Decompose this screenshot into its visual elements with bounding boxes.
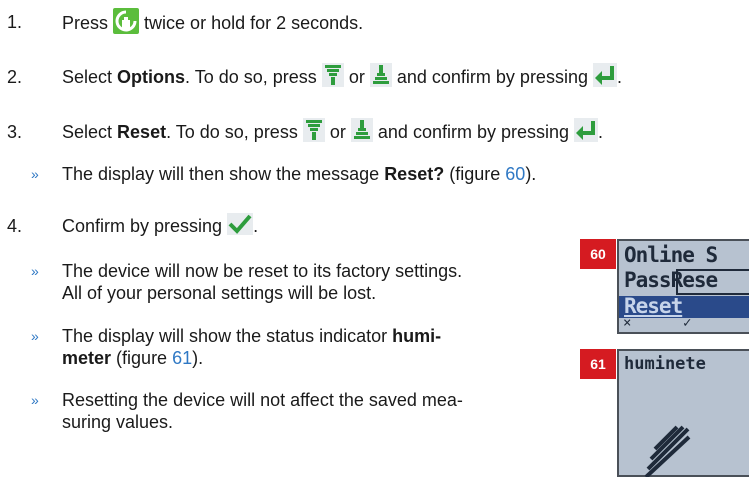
step-text: or bbox=[348, 67, 365, 87]
step-text: Select bbox=[62, 67, 113, 87]
device-display: huminete bbox=[617, 349, 749, 477]
enter-button-icon bbox=[592, 63, 617, 88]
cancel-softkey-icon: × bbox=[623, 315, 632, 331]
figure-61-link[interactable]: 61 bbox=[172, 348, 192, 368]
note-text: ). bbox=[525, 164, 537, 184]
note-text: The display will show the status indicat… bbox=[62, 326, 388, 346]
figure-label: 60 bbox=[580, 239, 616, 269]
option-label: Reset bbox=[117, 122, 167, 142]
note-text: (figure bbox=[116, 348, 168, 368]
ok-softkey-icon: ✓ bbox=[683, 315, 692, 331]
device-display: Online S PassRese Reset × ✓ bbox=[617, 239, 749, 334]
bullet-icon: » bbox=[31, 263, 39, 279]
checkmark-button-icon bbox=[227, 213, 254, 236]
display-line: Online S bbox=[624, 243, 718, 267]
step-number: 2. bbox=[7, 67, 23, 87]
step-text: Select bbox=[62, 122, 113, 142]
display-line: Reset bbox=[624, 294, 683, 318]
note-text: ). bbox=[192, 348, 204, 368]
dialog-box bbox=[676, 269, 749, 295]
display-line: huminete bbox=[624, 354, 706, 374]
down-arrow-button-icon bbox=[302, 118, 325, 143]
message-label: Reset? bbox=[384, 164, 445, 184]
punctuation: . bbox=[253, 216, 259, 236]
up-arrow-button-icon bbox=[369, 63, 392, 88]
figure-61: 61 huminete bbox=[580, 349, 749, 477]
note-text: suring values. bbox=[62, 412, 174, 432]
punctuation: . bbox=[598, 122, 604, 142]
option-label: Options bbox=[117, 67, 186, 87]
step-text: and confirm by pressing bbox=[377, 122, 569, 142]
step-text: and confirm by pressing bbox=[396, 67, 588, 87]
note-text: All of your personal settings will be lo… bbox=[62, 283, 377, 303]
note-text: (figure bbox=[449, 164, 501, 184]
step-text: Confirm by pressing bbox=[62, 216, 223, 236]
status-label: meter bbox=[62, 348, 112, 368]
note-text: The display will then show the message bbox=[62, 164, 380, 184]
note-text: Resetting the device will not affect the… bbox=[62, 390, 463, 410]
bullet-icon: » bbox=[31, 392, 39, 408]
step-text: Press bbox=[62, 12, 109, 33]
step-number: 4. bbox=[7, 216, 23, 236]
figure-60: 60 Online S PassRese Reset × ✓ bbox=[580, 239, 749, 334]
step-text: twice or hold for 2 seconds. bbox=[144, 12, 364, 33]
figure-label: 61 bbox=[580, 349, 616, 379]
menu-button-icon bbox=[113, 8, 140, 34]
bullet-icon: » bbox=[31, 328, 39, 344]
up-arrow-button-icon bbox=[350, 118, 373, 143]
step-text: or bbox=[329, 122, 346, 142]
step-text: . To do so, press bbox=[166, 122, 298, 142]
step-text: . To do so, press bbox=[185, 67, 317, 87]
bullet-icon: » bbox=[31, 166, 39, 182]
humimeter-logo-icon bbox=[644, 425, 691, 477]
step-number: 3. bbox=[7, 122, 23, 142]
step-number: 1. bbox=[7, 12, 23, 32]
enter-button-icon bbox=[574, 118, 599, 143]
punctuation: . bbox=[616, 67, 622, 87]
figure-60-link[interactable]: 60 bbox=[505, 164, 525, 184]
down-arrow-button-icon bbox=[321, 63, 344, 88]
note-text: The device will now be reset to its fact… bbox=[62, 261, 463, 281]
status-label: humi- bbox=[392, 326, 442, 346]
